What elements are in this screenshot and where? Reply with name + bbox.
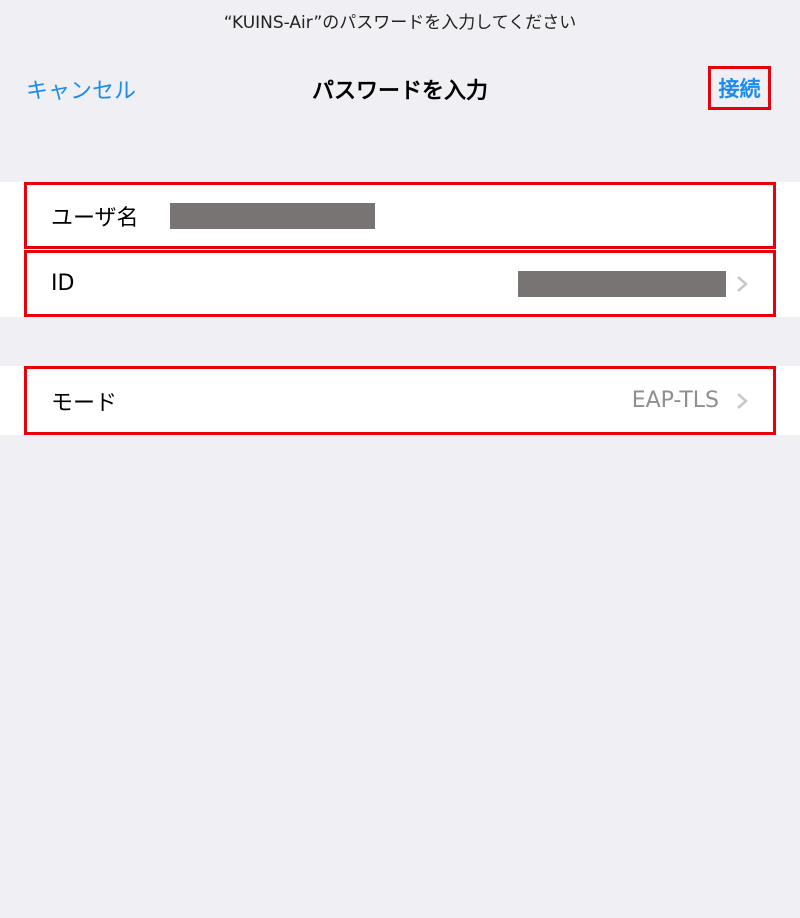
mode-label: モード: [51, 390, 118, 416]
username-row[interactable]: ユーザ名: [24, 182, 776, 249]
chevron-right-icon: [737, 275, 748, 292]
id-value: [518, 270, 726, 297]
id-row[interactable]: ID: [24, 250, 776, 317]
username-label: ユーザ名: [51, 205, 139, 231]
id-label: ID: [51, 271, 75, 296]
connect-button[interactable]: 接続: [708, 66, 771, 110]
username-field[interactable]: [170, 202, 375, 229]
mode-value: EAP-TLS: [631, 388, 719, 413]
chevron-right-icon: [737, 392, 748, 409]
password-prompt-header: “KUINS-Air”のパスワードを入力してください: [223, 13, 577, 33]
mode-row[interactable]: モード EAP-TLS: [24, 366, 776, 435]
cancel-button[interactable]: キャンセル: [26, 73, 136, 105]
